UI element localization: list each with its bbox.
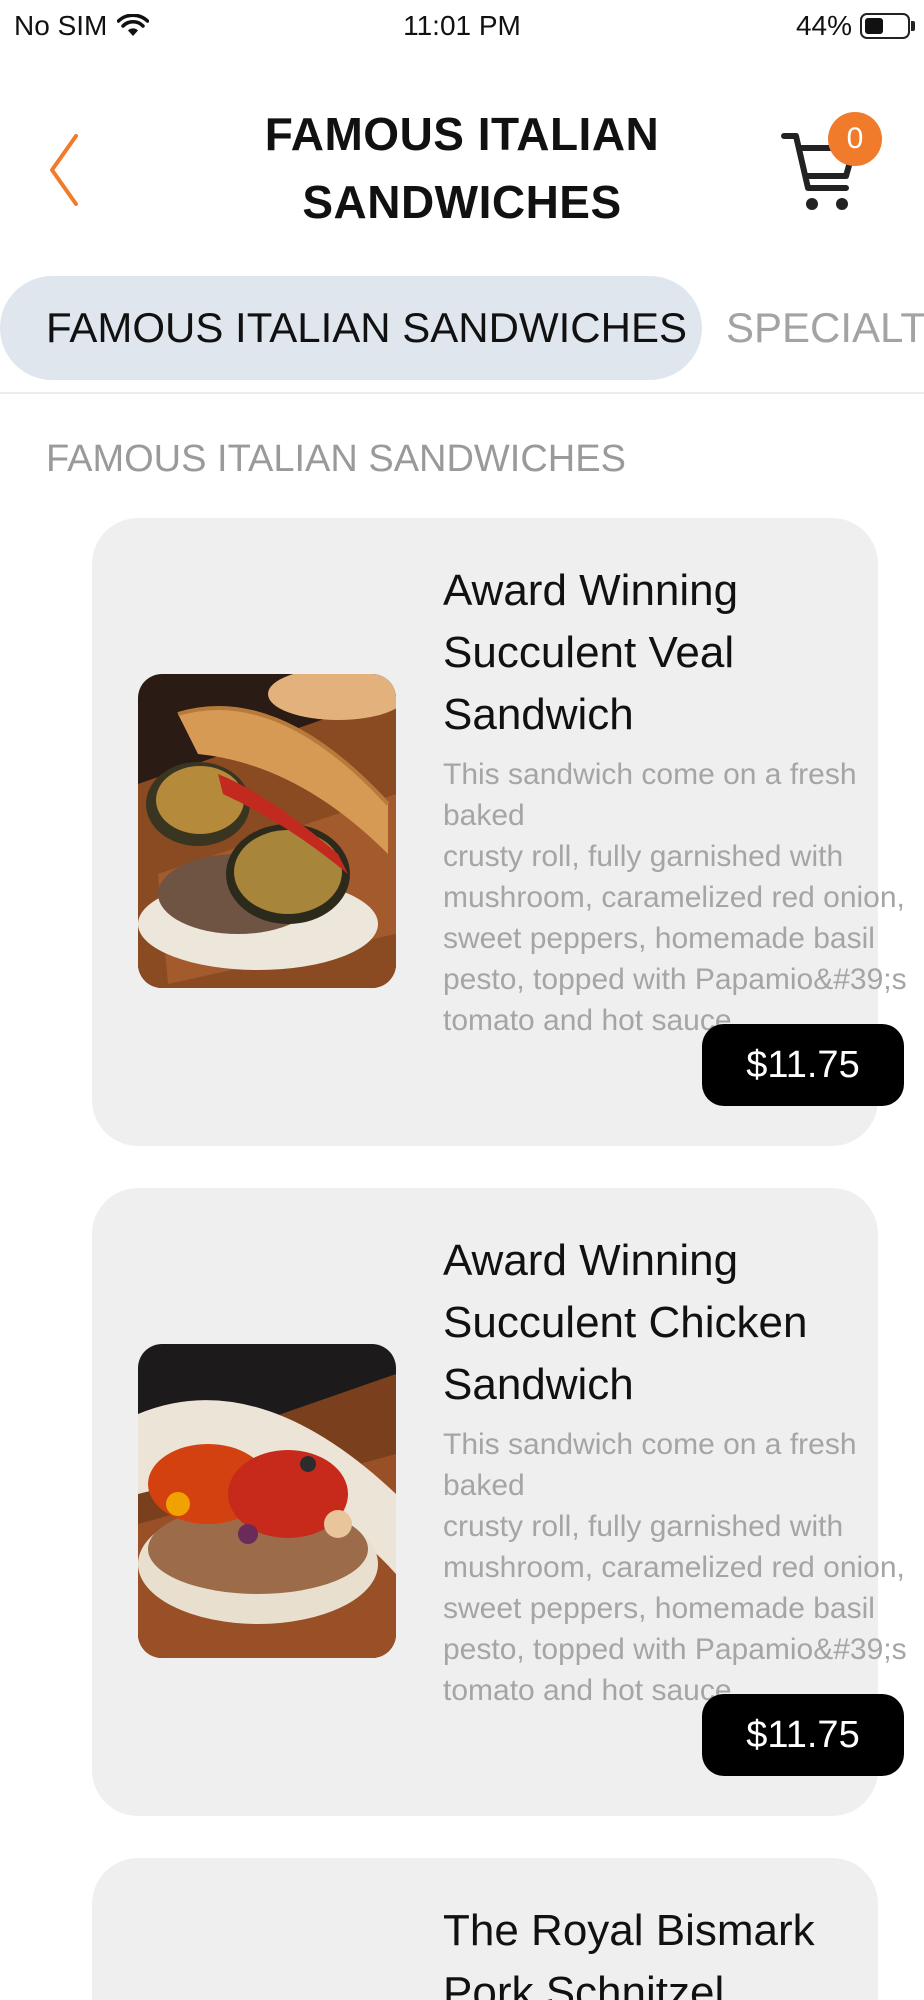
item-description-line: crusty roll, fully garnished with <box>443 1510 844 1543</box>
page-title-line-1: FAMOUS ITALIAN <box>264 108 660 160</box>
item-image <box>138 674 396 988</box>
item-description-line: This sandwich come on a fresh baked <box>443 758 857 832</box>
menu-item-card[interactable]: Award Winning Succulent Chicken Sandwich… <box>92 1188 907 1816</box>
item-name-line: Award Winning <box>443 1236 739 1285</box>
battery-percent: 44% <box>795 10 852 41</box>
tab-famous-italian-sandwiches[interactable]: FAMOUS ITALIAN SANDWICHES <box>0 276 702 380</box>
menu-item-card[interactable]: The Royal Bismark Pork Schnitzel <box>92 1858 878 2000</box>
tab-specialty[interactable]: SPECIALTY <box>726 276 924 380</box>
item-description-line: pesto, topped with Papamio&#39;s <box>443 963 907 996</box>
battery-fill <box>865 18 883 34</box>
price-button[interactable]: $11.75 <box>702 1694 904 1776</box>
item-description-line: sweet peppers, homemade basil <box>443 922 875 955</box>
price-button[interactable]: $11.75 <box>702 1024 904 1106</box>
page-title-line-2: SANDWICHES <box>302 176 622 228</box>
battery-icon <box>860 13 915 39</box>
item-description-line: This sandwich come on a fresh baked <box>443 1428 857 1502</box>
item-name: The Royal Bismark Pork Schnitzel <box>443 1900 878 2000</box>
header: FAMOUS ITALIAN SANDWICHES 0 <box>0 90 924 250</box>
veal-sandwich-image <box>138 674 396 988</box>
back-button[interactable] <box>40 130 90 210</box>
item-name-line: Pork Schnitzel <box>443 1968 725 2000</box>
cart-button[interactable]: 0 <box>780 112 890 222</box>
category-tabs: FAMOUS ITALIAN SANDWICHES SPECIALTY <box>0 276 924 380</box>
item-name-line: Sandwich <box>443 690 634 739</box>
cart-count-badge: 0 <box>828 112 882 166</box>
status-bar: No SIM 11:01 PM 44% <box>0 0 924 56</box>
item-description-line: mushroom, caramelized red onion, <box>443 1551 905 1584</box>
item-description: This sandwich come on a fresh baked crus… <box>443 1424 913 1711</box>
item-name: Award Winning Succulent Chicken Sandwich <box>443 1230 903 1416</box>
page-title: FAMOUS ITALIAN SANDWICHES <box>200 100 724 236</box>
item-description-line: crusty roll, fully garnished with <box>443 840 844 873</box>
item-image <box>138 1344 396 1658</box>
item-description-line: mushroom, caramelized red onion, <box>443 881 905 914</box>
item-name: Award Winning Succulent Veal Sandwich <box>443 560 903 746</box>
item-name-line: The Royal Bismark <box>443 1906 815 1955</box>
status-time: 11:01 PM <box>403 10 521 41</box>
status-right: 44% <box>795 10 915 42</box>
section-title: FAMOUS ITALIAN SANDWICHES <box>46 438 626 480</box>
item-name-line: Succulent Chicken <box>443 1298 808 1347</box>
item-name-line: Sandwich <box>443 1360 634 1409</box>
menu-item-card[interactable]: Award Winning Succulent Veal Sandwich Th… <box>92 518 907 1146</box>
chevron-left-icon <box>50 134 78 206</box>
item-description: This sandwich come on a fresh baked crus… <box>443 754 913 1041</box>
chicken-sandwich-image <box>138 1344 396 1658</box>
item-name-line: Succulent Veal <box>443 628 735 677</box>
divider <box>0 392 924 394</box>
item-description-line: pesto, topped with Papamio&#39;s <box>443 1633 907 1666</box>
item-description-line: sweet peppers, homemade basil <box>443 1592 875 1625</box>
item-name-line: Award Winning <box>443 566 739 615</box>
